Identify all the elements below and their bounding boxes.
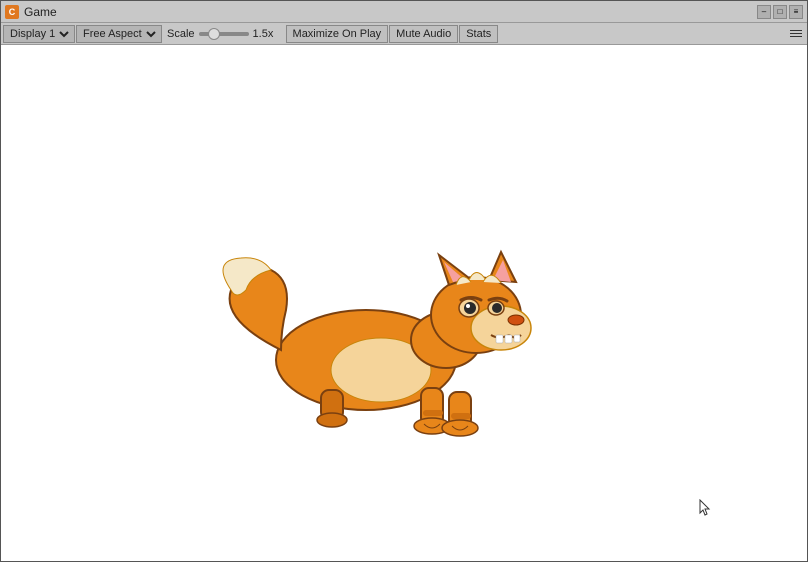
maximize-on-play-button[interactable]: Maximize On Play [286, 25, 389, 43]
display-select-wrapper[interactable]: Display 1 Display 2 [3, 25, 75, 43]
fox-character [191, 240, 541, 440]
stats-button[interactable]: Stats [459, 25, 498, 43]
window-controls: – □ ≡ [757, 5, 803, 19]
maximize-button[interactable]: □ [773, 5, 787, 19]
scale-value: 1.5x [253, 28, 281, 40]
menu-line-1 [790, 30, 802, 31]
aspect-select[interactable]: Free Aspect 4:3 16:9 16:10 [79, 27, 159, 41]
mute-audio-button[interactable]: Mute Audio [389, 25, 458, 43]
scale-group: Scale 1.5x [163, 28, 285, 40]
window-icon: C [5, 5, 19, 19]
menu-line-3 [790, 36, 802, 37]
fox-svg [191, 240, 541, 440]
toolbar-menu-icon[interactable] [787, 25, 805, 43]
display-select[interactable]: Display 1 Display 2 [6, 27, 72, 41]
scale-label: Scale [167, 28, 195, 40]
aspect-select-wrapper[interactable]: Free Aspect 4:3 16:9 16:10 [76, 25, 162, 43]
game-toolbar: Display 1 Display 2 Free Aspect 4:3 16:9… [1, 23, 807, 45]
window-icon-label: C [9, 7, 16, 17]
minimize-button[interactable]: – [757, 5, 771, 19]
game-viewport [1, 45, 807, 561]
title-bar: C Game – □ ≡ [1, 1, 807, 23]
menu-line-2 [790, 33, 802, 34]
scale-slider[interactable] [199, 32, 249, 36]
mouse-cursor [699, 499, 711, 517]
unity-game-window: C Game – □ ≡ Display 1 Display 2 Free As… [0, 0, 808, 562]
menu-button[interactable]: ≡ [789, 5, 803, 19]
window-title: Game [24, 5, 757, 19]
